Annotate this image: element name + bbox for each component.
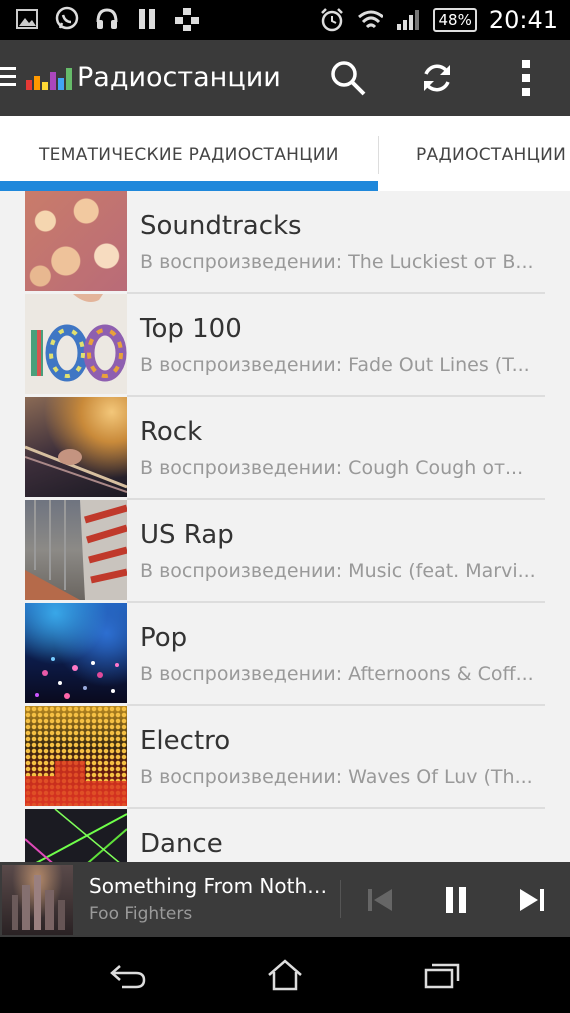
player-divider bbox=[340, 880, 341, 918]
viber-icon bbox=[54, 6, 80, 32]
station-title: Soundtracks bbox=[140, 211, 302, 241]
list-item[interactable]: Pop В воспроизведении: Afternoons & Coff… bbox=[25, 603, 545, 706]
menu-icon[interactable] bbox=[0, 67, 16, 91]
station-now-playing: В воспроизведении: Afternoons & Coff... bbox=[140, 663, 534, 685]
alarm-icon bbox=[319, 7, 345, 33]
list-item[interactable]: Rock В воспроизведении: Cough Cough от..… bbox=[25, 397, 545, 500]
station-thumbnail bbox=[25, 397, 127, 497]
previous-icon[interactable] bbox=[360, 880, 400, 920]
station-title: Rock bbox=[140, 417, 203, 447]
list-item[interactable]: Electro В воспроизведении: Waves Of Luv … bbox=[25, 706, 545, 809]
tab-divider bbox=[378, 136, 379, 174]
station-thumbnail bbox=[25, 809, 127, 862]
station-thumbnail bbox=[25, 500, 127, 600]
station-title: Electro bbox=[140, 726, 231, 756]
status-time: 20:41 bbox=[488, 6, 558, 34]
station-list[interactable]: Soundtracks В воспроизведении: The Lucki… bbox=[0, 191, 570, 862]
system-navigation-bar bbox=[0, 937, 570, 1013]
wifi-icon bbox=[357, 7, 384, 33]
battery-indicator: 48% bbox=[433, 8, 477, 32]
home-icon[interactable] bbox=[260, 955, 310, 995]
image-icon bbox=[14, 6, 40, 32]
list-item[interactable]: Dance bbox=[25, 809, 545, 862]
back-icon[interactable] bbox=[103, 955, 153, 995]
station-now-playing: В воспроизведении: Cough Cough от... bbox=[140, 457, 524, 479]
station-now-playing: В воспроизведении: Fade Out Lines (T... bbox=[140, 354, 530, 376]
tab-indicator bbox=[0, 181, 378, 191]
network-icon bbox=[174, 6, 200, 32]
album-art bbox=[2, 865, 73, 935]
deezer-logo bbox=[26, 66, 72, 90]
recent-apps-icon[interactable] bbox=[417, 955, 467, 995]
next-icon[interactable] bbox=[512, 880, 552, 920]
station-now-playing: В воспроизведении: Music (feat. Marvi... bbox=[140, 560, 536, 582]
list-item[interactable]: US Rap В воспроизведении: Music (feat. M… bbox=[25, 500, 545, 603]
tab-bar: ТЕМАТИЧЕСКИЕ РАДИОСТАНЦИИ РАДИОСТАНЦИИ bbox=[0, 116, 570, 191]
station-thumbnail bbox=[25, 191, 127, 291]
mini-player[interactable]: Something From Nothi... Foo Fighters bbox=[0, 862, 570, 937]
pause-icon bbox=[134, 6, 160, 32]
station-thumbnail bbox=[25, 706, 127, 806]
now-playing-artist: Foo Fighters bbox=[89, 904, 193, 924]
station-thumbnail bbox=[25, 603, 127, 703]
station-title: Top 100 bbox=[140, 314, 242, 344]
list-item[interactable]: Soundtracks В воспроизведении: The Lucki… bbox=[25, 191, 545, 294]
station-now-playing: В воспроизведении: The Luckiest от B... bbox=[140, 251, 534, 273]
now-playing-title[interactable]: Something From Nothi... bbox=[89, 874, 329, 898]
station-thumbnail bbox=[25, 294, 127, 394]
station-title: Pop bbox=[140, 623, 188, 653]
pause-button-icon[interactable] bbox=[436, 880, 476, 920]
tab-thematic-stations[interactable]: ТЕМАТИЧЕСКИЕ РАДИОСТАНЦИИ bbox=[39, 145, 339, 165]
headphones-icon bbox=[94, 6, 120, 32]
overflow-menu-icon[interactable] bbox=[506, 58, 546, 98]
station-title: US Rap bbox=[140, 520, 234, 550]
list-item[interactable]: Top 100 В воспроизведении: Fade Out Line… bbox=[25, 294, 545, 397]
search-icon[interactable] bbox=[328, 58, 368, 98]
status-bar: 48% 20:41 bbox=[0, 0, 570, 40]
station-title: Dance bbox=[140, 829, 223, 859]
refresh-icon[interactable] bbox=[417, 58, 457, 98]
page-title: Радиостанции bbox=[77, 62, 281, 93]
app-bar: Радиостанции bbox=[0, 40, 570, 116]
signal-icon bbox=[395, 7, 421, 33]
station-now-playing: В воспроизведении: Waves Of Luv (Th... bbox=[140, 766, 533, 788]
tab-stations[interactable]: РАДИОСТАНЦИИ bbox=[416, 145, 566, 165]
